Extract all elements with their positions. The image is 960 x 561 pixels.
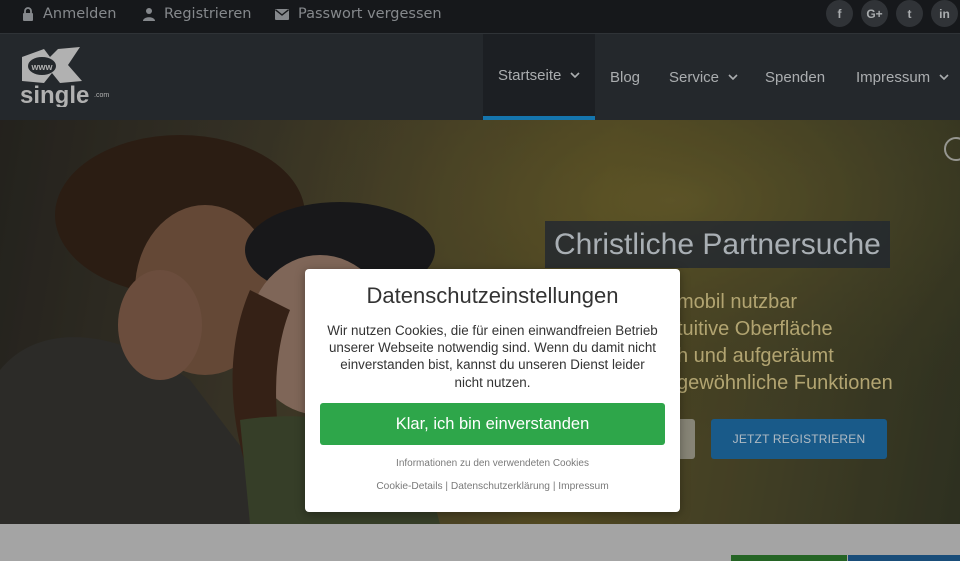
cookie-details-link[interactable]: Cookie-Details: [376, 481, 442, 492]
dialog-footer-links: Cookie-Details | Datenschutzerklärung | …: [305, 481, 680, 492]
privacy-settings-dialog: Datenschutzeinstellungen Wir nutzen Cook…: [305, 269, 680, 512]
dialog-title: Datenschutzeinstellungen: [366, 283, 619, 308]
cookie-info-link[interactable]: Informationen zu den verwendeten Cookies: [305, 458, 680, 469]
separator: |: [442, 481, 451, 492]
accept-cookies-button[interactable]: Klar, ich bin einverstanden: [320, 403, 665, 445]
dialog-message: Wir nutzen Cookies, die für einen einwan…: [327, 323, 658, 390]
imprint-link[interactable]: Impressum: [558, 481, 608, 492]
privacy-policy-link[interactable]: Datenschutzerklärung: [451, 481, 550, 492]
